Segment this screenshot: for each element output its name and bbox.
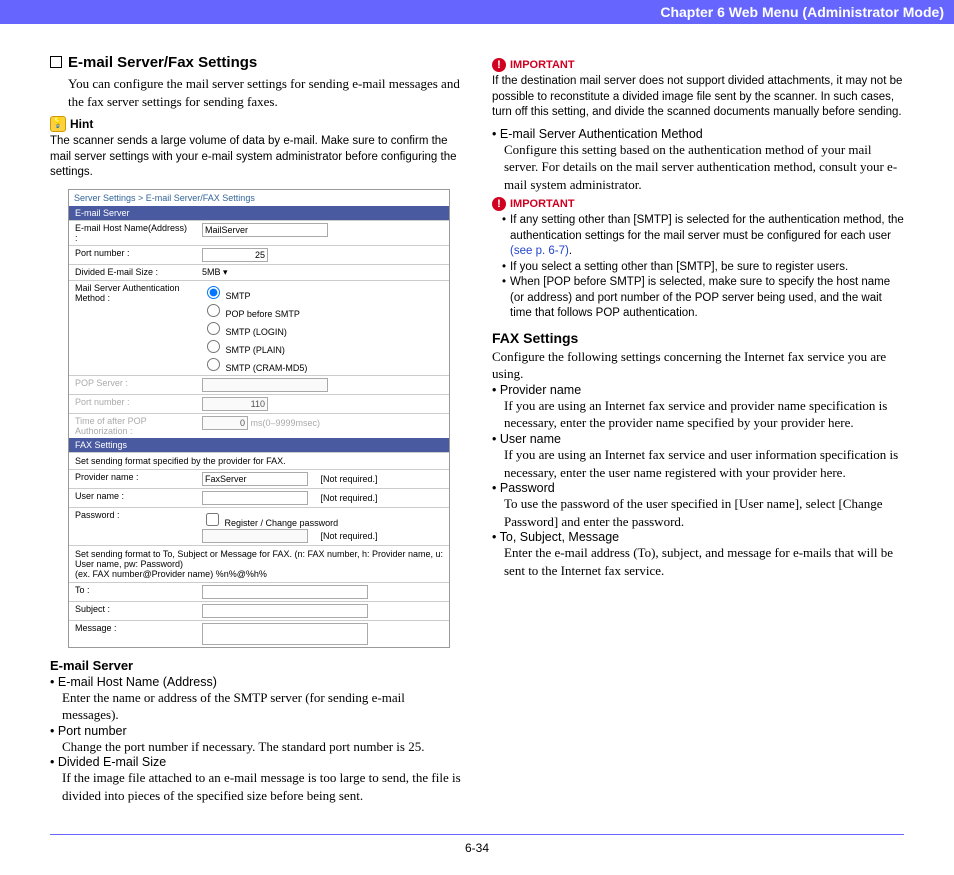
divided-value[interactable]: 5MB ▾ [196,264,449,280]
bullet-host-desc: Enter the name or address of the SMTP se… [62,689,462,724]
important-icon: ! [492,197,506,211]
bullet-tosubjectmsg: • To, Subject, Message [492,530,904,544]
fax-settings-bar: FAX Settings [69,438,449,452]
bullet-tosubjectmsg-desc: Enter the e-mail address (To), subject, … [504,544,904,579]
popserver-label: POP Server : [69,375,196,394]
subject-input[interactable] [202,604,368,618]
to-label: To : [69,582,196,601]
password-label: Password : [69,507,196,545]
auth-smtp-radio[interactable] [207,286,220,299]
important-list: If any setting other than [SMTP] is sele… [502,213,904,322]
poptime-input [202,416,248,430]
bullet-divided: • Divided E-mail Size [50,755,462,769]
host-input[interactable] [202,223,328,237]
message-label: Message : [69,620,196,647]
bullet-username-desc: If you are using an Internet fax service… [504,446,904,481]
important-text-1: If the destination mail server does not … [492,74,904,121]
auth-login-radio[interactable] [207,322,220,335]
hint-label: Hint [70,117,93,131]
breadcrumb: Server Settings > E-mail Server/FAX Sett… [69,190,449,206]
email-server-bar: E-mail Server [69,206,449,220]
subject-label: Subject : [69,601,196,620]
hint-icon: 💡 [50,116,66,132]
important-label-2: IMPORTANT [510,198,575,210]
host-label: E-mail Host Name(Address) : [69,220,196,245]
bullet-port-desc: Change the port number if necessary. The… [62,738,462,756]
auth-options: SMTP POP before SMTP SMTP (LOGIN) SMTP (… [196,280,449,375]
page-ref-link[interactable]: (see p. 6-7) [510,245,569,257]
right-column: ! IMPORTANT If the destination mail serv… [492,54,904,804]
password-checkbox[interactable] [206,513,219,526]
settings-screenshot: Server Settings > E-mail Server/FAX Sett… [68,189,450,648]
fax-note2: Set sending format to To, Subject or Mes… [69,545,449,582]
email-server-heading: E-mail Server [50,658,462,673]
bullet-password: • Password [492,481,904,495]
provider-label: Provider name : [69,469,196,488]
popserver-input [202,378,328,392]
bullet-port: • Port number [50,724,462,738]
hint-text: The scanner sends a large volume of data… [50,134,462,181]
port-label: Port number : [69,245,196,264]
password-input [202,529,308,543]
message-input[interactable] [202,623,368,645]
auth-label: Mail Server Authentication Method : [69,280,196,375]
section-title-text: E-mail Server/Fax Settings [68,54,257,71]
chapter-header: Chapter 6 Web Menu (Administrator Mode) [0,0,954,24]
popport-input [202,397,268,411]
section-box-icon [50,56,62,68]
page-number: 6-34 [50,834,904,855]
bullet-username: • User name [492,432,904,446]
fax-settings-heading: FAX Settings [492,330,904,346]
port-input[interactable] [202,248,268,262]
important-icon: ! [492,58,506,72]
bullet-host: • E-mail Host Name (Address) [50,675,462,689]
popport-label: Port number : [69,394,196,413]
auth-pop-radio[interactable] [207,304,220,317]
provider-input[interactable] [202,472,308,486]
divided-label: Divided E-mail Size : [69,264,196,280]
page-body: E-mail Server/Fax Settings You can confi… [0,24,954,875]
fax-intro: Configure the following settings concern… [492,348,904,383]
bullet-password-desc: To use the password of the user specifie… [504,495,904,530]
username-input[interactable] [202,491,308,505]
fax-note1: Set sending format specified by the prov… [69,452,449,469]
to-input[interactable] [202,585,368,599]
important-row-2: ! IMPORTANT [492,197,904,211]
bullet-auth: • E-mail Server Authentication Method [492,127,904,141]
bullet-divided-desc: If the image file attached to an e-mail … [62,769,462,804]
left-column: E-mail Server/Fax Settings You can confi… [50,54,462,804]
auth-cram-radio[interactable] [207,358,220,371]
important-label-1: IMPORTANT [510,59,575,71]
important-row-1: ! IMPORTANT [492,58,904,72]
auth-plain-radio[interactable] [207,340,220,353]
bullet-auth-desc: Configure this setting based on the auth… [504,141,904,194]
section-intro: You can configure the mail server settin… [68,75,462,110]
username-label: User name : [69,488,196,507]
hint-row: 💡 Hint [50,116,462,132]
section-title: E-mail Server/Fax Settings [50,54,462,71]
bullet-provider-desc: If you are using an Internet fax service… [504,397,904,432]
bullet-provider: • Provider name [492,383,904,397]
poptime-label: Time of after POP Authorization : [69,413,196,438]
